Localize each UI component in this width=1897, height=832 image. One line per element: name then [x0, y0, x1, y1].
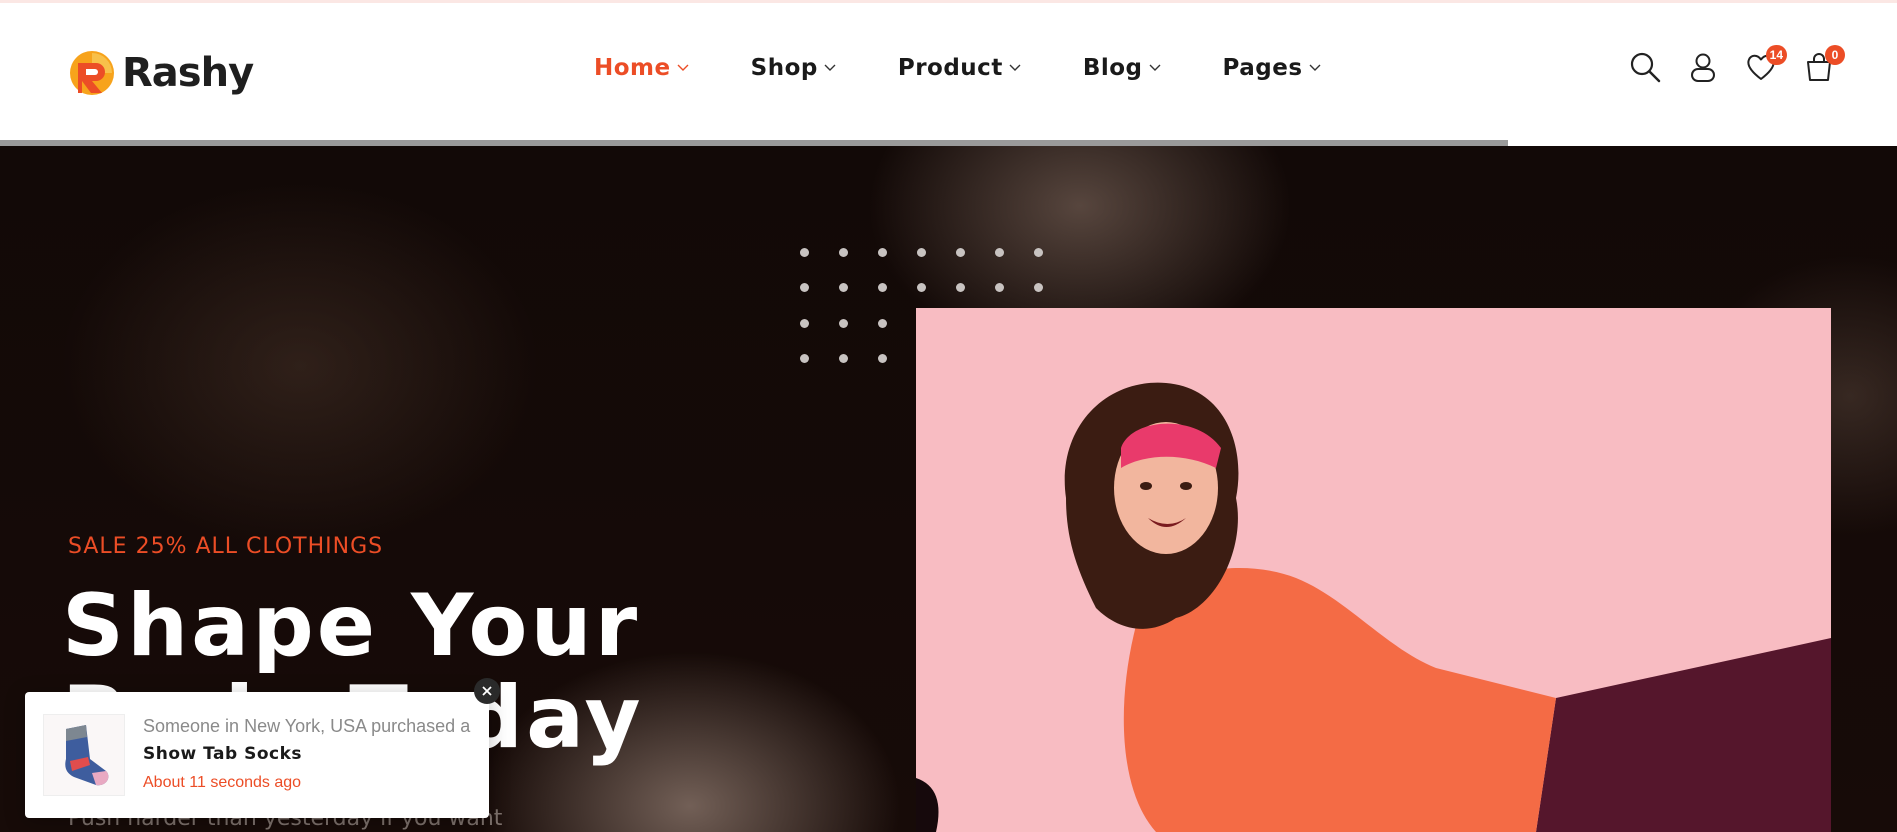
main-nav: Home Shop Product Blog Pages	[594, 55, 1383, 81]
hero-image	[916, 308, 1831, 832]
woman-figure-image	[916, 308, 1831, 832]
site-header: Rashy Home Shop Product Blog Pages 14 0	[0, 3, 1897, 140]
search-icon	[1630, 52, 1661, 83]
purchase-notification[interactable]: Someone in New York, USA purchased a Sho…	[25, 692, 489, 818]
nav-item-pages[interactable]: Pages	[1223, 55, 1321, 81]
header-actions: 14 0	[1629, 45, 1845, 87]
nav-label: Blog	[1082, 55, 1143, 81]
search-button[interactable]	[1629, 51, 1661, 87]
chevron-down-icon	[677, 64, 689, 71]
wishlist-button[interactable]: 14	[1745, 45, 1787, 87]
nav-item-shop[interactable]: Shop	[751, 55, 836, 81]
chevron-down-icon	[1149, 64, 1160, 71]
close-icon	[482, 686, 492, 696]
sock-product-thumbnail	[43, 714, 125, 796]
cart-button[interactable]: 0	[1803, 45, 1845, 87]
hero-eyebrow: SALE 25% ALL CLOTHINGS	[68, 534, 384, 559]
nav-item-home[interactable]: Home	[594, 55, 689, 81]
nav-label: Product	[897, 55, 1003, 81]
logo-text: Rashy	[122, 50, 254, 96]
chevron-down-icon	[824, 64, 836, 71]
cart-count-badge: 0	[1825, 45, 1845, 65]
logo[interactable]: Rashy	[68, 49, 254, 97]
wishlist-count-badge: 14	[1765, 45, 1787, 65]
chevron-down-icon	[1009, 64, 1021, 71]
account-button[interactable]	[1687, 51, 1719, 87]
chevron-down-icon	[1309, 64, 1321, 71]
logo-icon	[70, 51, 114, 95]
notification-message: Someone in New York, USA purchased a	[143, 716, 471, 736]
nav-item-blog[interactable]: Blog	[1083, 55, 1161, 81]
notification-time: About 11 seconds ago	[143, 774, 302, 791]
nav-item-product[interactable]: Product	[898, 55, 1021, 81]
nav-label: Home	[594, 55, 671, 81]
user-icon	[1691, 53, 1715, 82]
nav-label: Pages	[1222, 55, 1303, 81]
notification-product-link[interactable]: Show Tab Socks	[143, 744, 302, 764]
notification-close-button[interactable]	[474, 678, 500, 704]
nav-label: Shop	[750, 55, 818, 81]
hero-title-line-1: Shape Your	[62, 576, 641, 676]
